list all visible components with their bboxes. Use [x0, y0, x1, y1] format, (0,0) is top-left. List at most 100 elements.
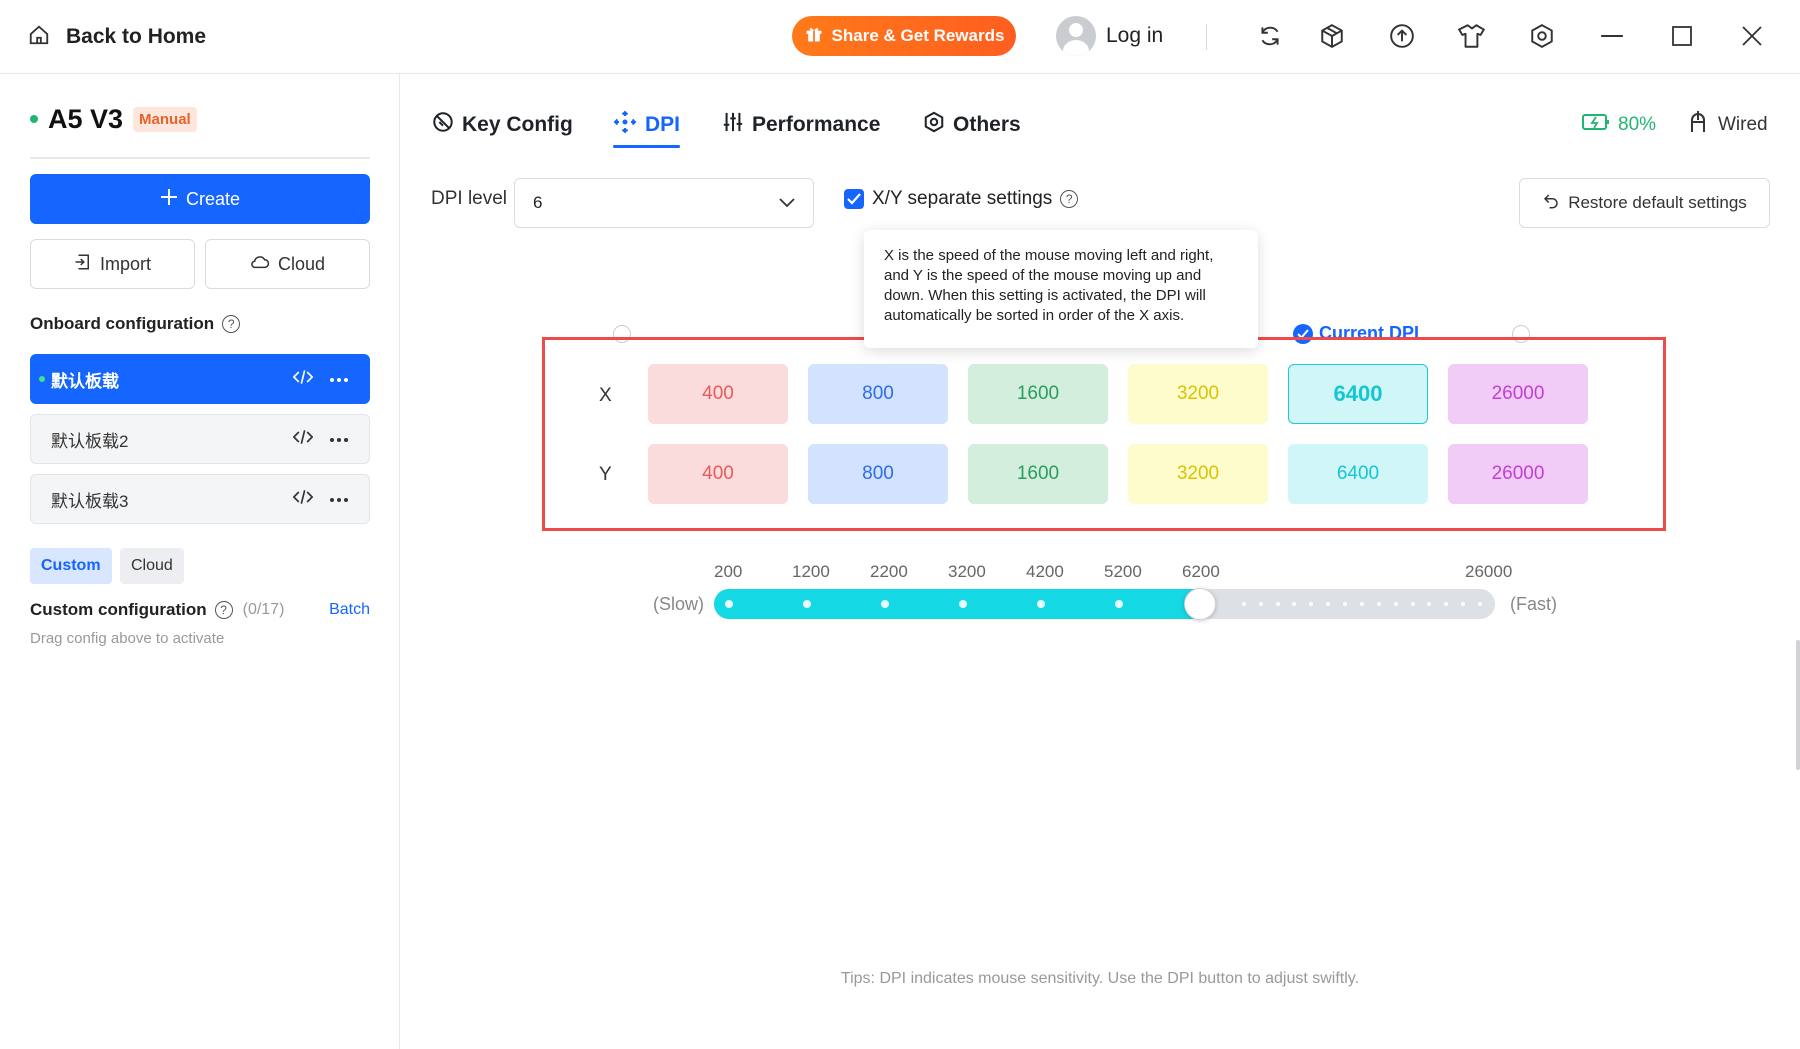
checkbox-checked[interactable]: [844, 189, 864, 209]
back-label: Back to Home: [66, 25, 207, 48]
maximize-icon[interactable]: [1666, 20, 1698, 52]
x-dpi-cell-1[interactable]: 400: [648, 364, 788, 424]
y-dpi-cell-2[interactable]: 800: [808, 444, 948, 504]
slider-minor-dot: [1478, 602, 1482, 606]
x-dpi-cell-6[interactable]: 26000: [1448, 364, 1588, 424]
slider-step-dot: [1037, 600, 1045, 608]
slider-minor-dot: [1444, 602, 1449, 606]
crosshair-arrows-icon: [613, 110, 637, 140]
code-icon[interactable]: [292, 369, 314, 390]
tab-dpi[interactable]: DPI: [613, 104, 681, 148]
code-icon[interactable]: [292, 489, 314, 510]
sidebar: A5 V3 Manual Create Import Cloud Onboard…: [0, 74, 400, 1049]
login-button[interactable]: Log in: [1056, 16, 1163, 56]
slider-handle[interactable]: [1183, 588, 1216, 620]
config-name: 默认板载2: [51, 431, 129, 451]
x-dpi-cell-5[interactable]: 6400: [1288, 364, 1428, 424]
slow-label: (Slow): [653, 594, 705, 614]
battery-status: 80%: [1582, 104, 1656, 146]
xy-separate-checkbox[interactable]: X/Y separate settings ?: [844, 188, 1079, 210]
gift-icon: [804, 24, 824, 49]
slider-minor-dot: [1410, 602, 1415, 606]
slider-step-dot: [803, 600, 811, 608]
filter-cloud-tab[interactable]: Cloud: [120, 548, 184, 584]
upload-icon[interactable]: [1386, 20, 1418, 52]
help-icon[interactable]: ?: [214, 601, 233, 619]
slider-minor-dot: [1393, 602, 1398, 606]
x-dpi-cell-2[interactable]: 800: [808, 364, 948, 424]
drag-hint: Drag config above to activate: [30, 630, 225, 647]
wired-mouse-icon: [1686, 110, 1710, 140]
connection-status-dot: [30, 115, 38, 123]
restore-defaults-button[interactable]: Restore default settings: [1519, 178, 1770, 228]
slider-tick-200: 200: [714, 562, 743, 581]
x-dpi-cell-3[interactable]: 1600: [968, 364, 1108, 424]
slider-minor-dot: [1309, 602, 1314, 606]
device-header: A5 V3 Manual: [30, 102, 197, 136]
share-label: Share & Get Rewards: [831, 26, 1005, 45]
filter-custom-tab[interactable]: Custom: [30, 548, 112, 584]
scrollbar[interactable]: [1796, 640, 1800, 770]
tab-key-config[interactable]: Key Config: [432, 104, 573, 146]
shirt-icon[interactable]: [1456, 20, 1488, 52]
undo-icon: [1542, 192, 1560, 215]
slider-tick-5200: 5200: [1104, 562, 1142, 581]
y-axis-label: Y: [599, 464, 612, 485]
avatar: [1056, 16, 1096, 56]
xy-separate-label: X/Y separate settings: [872, 188, 1053, 209]
config-item-3[interactable]: 默认板载3: [30, 474, 370, 524]
tab-others[interactable]: Others: [923, 104, 1021, 146]
y-dpi-cell-5[interactable]: 6400: [1288, 444, 1428, 504]
config-item-1[interactable]: 默认板载: [30, 354, 370, 404]
refresh-icon[interactable]: [1254, 20, 1286, 52]
title-bar: Back to Home Share & Get Rewards Log in: [0, 0, 1800, 74]
restore-label: Restore default settings: [1568, 193, 1747, 212]
help-icon[interactable]: ?: [1060, 190, 1079, 208]
share-rewards-button[interactable]: Share & Get Rewards: [792, 16, 1016, 56]
x-dpi-cell-4[interactable]: 3200: [1128, 364, 1268, 424]
tab-label: Others: [953, 113, 1021, 136]
y-dpi-cell-4[interactable]: 3200: [1128, 444, 1268, 504]
more-icon[interactable]: [329, 370, 349, 388]
y-dpi-cell-6[interactable]: 26000: [1448, 444, 1588, 504]
close-icon[interactable]: [1736, 20, 1768, 52]
create-button[interactable]: Create: [30, 174, 370, 224]
y-dpi-cell-1[interactable]: 400: [648, 444, 788, 504]
minimize-icon[interactable]: [1596, 20, 1628, 52]
slider-minor-dot: [1427, 602, 1432, 606]
mode-badge: Manual: [133, 106, 197, 132]
more-icon[interactable]: [329, 490, 349, 508]
batch-link[interactable]: Batch: [329, 601, 370, 619]
dpi-slider[interactable]: [714, 588, 1495, 620]
slider-tick-1200: 1200: [792, 562, 830, 581]
slider-minor-dot: [1241, 602, 1246, 606]
more-icon[interactable]: [329, 430, 349, 448]
tips-text: Tips: DPI indicates mouse sensitivity. U…: [840, 970, 1360, 987]
code-icon[interactable]: [292, 429, 314, 450]
slider-minor-dot: [1343, 602, 1348, 606]
home-icon: [28, 24, 50, 51]
help-icon[interactable]: ?: [222, 315, 241, 333]
config-item-2[interactable]: 默认板载2: [30, 414, 370, 464]
separator: [1206, 24, 1207, 50]
hexagon-settings-icon[interactable]: [1526, 20, 1558, 52]
slider-step-dot: [1115, 600, 1123, 608]
active-dot: [39, 376, 45, 382]
no-sign-icon: [432, 111, 454, 139]
plus-icon: [160, 188, 178, 211]
custom-config-header: Custom configuration ? (0/17) Batch: [30, 600, 370, 620]
tab-performance[interactable]: Performance: [722, 104, 880, 146]
cloud-button[interactable]: Cloud: [205, 239, 370, 289]
connection-label: Wired: [1718, 114, 1768, 135]
cloud-icon: [250, 253, 270, 276]
y-dpi-cell-3[interactable]: 1600: [968, 444, 1108, 504]
custom-config-title: Custom configuration ?: [30, 600, 233, 620]
hexagon-icon: [923, 111, 945, 139]
cube-icon[interactable]: [1316, 20, 1348, 52]
back-to-home-button[interactable]: Back to Home: [28, 20, 206, 54]
import-icon: [74, 253, 92, 276]
slider-tick-26000: 26000: [1465, 562, 1513, 581]
dpi-level-select[interactable]: 6: [514, 178, 814, 228]
config-name: 默认板载: [51, 371, 119, 391]
import-button[interactable]: Import: [30, 239, 195, 289]
